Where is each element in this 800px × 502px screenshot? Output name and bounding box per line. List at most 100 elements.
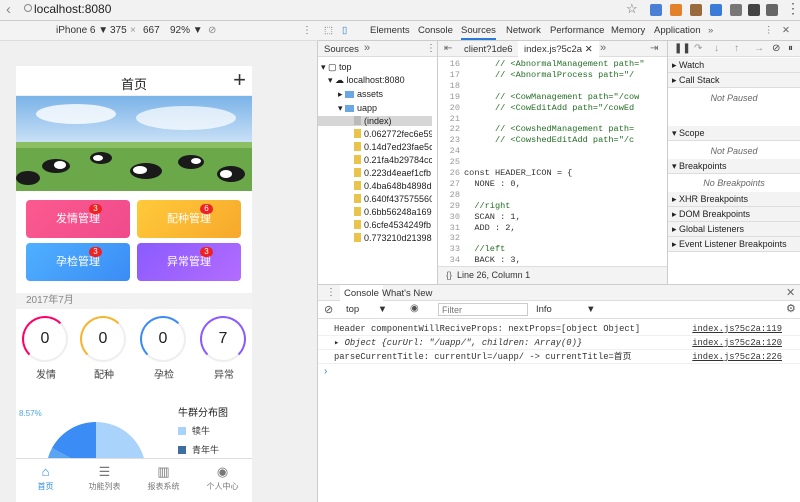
devtools-menu-icon[interactable]: ⋮ — [764, 25, 774, 36]
extension-icon[interactable] — [670, 4, 682, 16]
console-message[interactable]: parseCurrentTitle: currentUrl=/uapp/ -> … — [318, 350, 800, 364]
code-line[interactable]: 24 — [438, 146, 667, 156]
rotate-icon[interactable]: ⊘ — [208, 25, 216, 36]
section-xhr-breakpoints[interactable]: ▸ XHR Breakpoints — [668, 192, 800, 207]
bookmark-star-icon[interactable]: ☆ — [626, 1, 638, 17]
back-icon[interactable]: ‹ — [6, 1, 11, 18]
tab-home[interactable]: ⌂ 首页 — [16, 459, 75, 502]
tab-function-list[interactable]: ☰ 功能列表 — [75, 459, 134, 502]
console-message[interactable]: Header componentWillReciveProps: nextPro… — [318, 322, 800, 336]
editor-tab[interactable]: client?1de6 — [464, 44, 513, 55]
viewport-height[interactable]: 667 — [143, 25, 160, 36]
tile-breeding[interactable]: 配种管理 6 — [137, 200, 241, 238]
pause-icon[interactable]: ❚❚ — [674, 43, 691, 54]
pause-exceptions-icon[interactable]: ⏸ — [788, 43, 793, 54]
tab-elements[interactable]: Elements — [370, 25, 410, 36]
console-message[interactable]: ▸ Object {curUrl: "/uapp/", children: Ar… — [318, 336, 800, 350]
step-over-icon[interactable]: ↷ — [694, 43, 702, 54]
toggle-navigator-icon[interactable]: ⇤ — [444, 43, 452, 54]
code-line[interactable]: 25 — [438, 157, 667, 167]
clear-console-icon[interactable]: ⊘ — [324, 303, 333, 316]
tree-item[interactable]: 0.21fa4b29784cc — [318, 155, 432, 165]
tab-application[interactable]: Application — [654, 25, 700, 36]
tab-profile[interactable]: ◉ 个人中心 — [193, 459, 252, 502]
zoom-select[interactable]: 92% ▼ — [170, 25, 203, 36]
deactivate-breakpoints-icon[interactable]: ⊘ — [772, 43, 780, 54]
log-level-select[interactable]: Info ▼ — [536, 304, 596, 315]
tree-item[interactable]: 0.4ba648b4898d — [318, 181, 432, 191]
navigator-menu-icon[interactable]: ⋮ — [426, 43, 436, 54]
code-line[interactable]: 28 — [438, 190, 667, 200]
stat-estrus[interactable]: 0 发情 — [22, 316, 70, 381]
eye-icon[interactable]: ◉ — [410, 303, 419, 314]
tree-item[interactable]: ▾ ☁ localhost:8080 — [318, 75, 432, 86]
code-line[interactable]: 16 // <AbnormalManagement path=" — [438, 59, 667, 69]
source-link[interactable]: index.js?5c2a:226 — [692, 350, 782, 364]
tab-sources[interactable]: Sources — [461, 25, 496, 40]
console-filter-input[interactable] — [438, 303, 528, 316]
code-line[interactable]: 32 — [438, 233, 667, 243]
tab-performance[interactable]: Performance — [550, 25, 604, 36]
url-field[interactable]: localhost:8080 — [34, 2, 111, 16]
code-line[interactable]: 33 //left — [438, 244, 667, 254]
console-prompt[interactable]: › — [324, 366, 327, 377]
section-event-listener-breakpoints[interactable]: ▸ Event Listener Breakpoints — [668, 237, 800, 252]
drawer-tab-console[interactable]: Console — [340, 285, 383, 301]
navigator-tab-sources[interactable]: Sources — [324, 44, 359, 55]
tree-item[interactable]: 0.640f437575560 — [318, 194, 432, 204]
source-link[interactable]: index.js?5c2a:120 — [692, 336, 782, 350]
section-watch[interactable]: ▸ Watch — [668, 58, 800, 73]
section-breakpoints[interactable]: ▾ Breakpoints — [668, 159, 800, 174]
code-line[interactable]: 31 ADD : 2, — [438, 223, 667, 233]
code-line[interactable]: 20 // <CowEditAdd path="/cowEd — [438, 103, 667, 113]
extension-icon[interactable] — [650, 4, 662, 16]
info-icon[interactable] — [24, 4, 32, 12]
section-global-listeners[interactable]: ▸ Global Listeners — [668, 222, 800, 237]
stat-breeding[interactable]: 0 配种 — [80, 316, 128, 381]
tile-estrus[interactable]: 发情管理 3 — [26, 200, 130, 238]
extension-icon[interactable] — [690, 4, 702, 16]
code-line[interactable]: 29 //right — [438, 201, 667, 211]
editor-tab-active[interactable]: index.js?5c2a ✕ — [518, 41, 599, 57]
extension-icon[interactable] — [710, 4, 722, 16]
tab-console[interactable]: Console — [418, 25, 453, 36]
code-line[interactable]: 18 — [438, 81, 667, 91]
more-icon[interactable]: » — [600, 42, 606, 54]
toggle-debugger-icon[interactable]: ⇥ — [650, 43, 658, 54]
tree-item[interactable]: (index) — [318, 116, 432, 126]
more-icon[interactable]: » — [364, 42, 370, 54]
step-icon[interactable]: → — [754, 43, 764, 54]
tree-item[interactable]: 0.773210d21398 — [318, 233, 432, 243]
code-line[interactable]: 27 NONE : 0, — [438, 179, 667, 189]
context-select[interactable]: top ▼ — [346, 304, 387, 315]
close-icon[interactable]: ✕ — [782, 25, 790, 36]
drawer-tab-whats-new[interactable]: What's New — [382, 288, 432, 299]
settings-gear-icon[interactable]: ⚙ — [786, 302, 796, 315]
source-link[interactable]: index.js?5c2a:119 — [692, 322, 782, 336]
more-tabs-icon[interactable]: » — [708, 25, 713, 36]
tree-item[interactable]: 0.223d4eaef1cfb — [318, 168, 432, 178]
tile-pregnancy[interactable]: 孕检管理 3 — [26, 243, 130, 281]
code-line[interactable]: 23 // <CowshedEditAdd path="/c — [438, 135, 667, 145]
browser-menu-icon[interactable]: ⋮ — [786, 0, 800, 17]
extension-icon[interactable] — [730, 4, 742, 16]
code-line[interactable]: 30 SCAN : 1, — [438, 212, 667, 222]
code-line[interactable]: 34 BACK : 3, — [438, 255, 667, 265]
code-editor[interactable]: ⇤ client?1de6 index.js?5c2a ✕ » ⇥ 16 // … — [438, 41, 668, 284]
device-select[interactable]: iPhone 6 ▼ — [56, 25, 108, 36]
tile-abnormal[interactable]: 异常管理 3 — [137, 243, 241, 281]
add-icon[interactable]: + — [233, 66, 246, 94]
tab-reports[interactable]: ▥ 报表系统 — [134, 459, 193, 502]
viewport-width[interactable]: 375 — [110, 25, 127, 36]
tree-item[interactable]: 0.14d7ed23fae5c — [318, 142, 432, 152]
tree-item[interactable]: ▸ assets — [318, 89, 432, 100]
code-line[interactable]: 19 // <CowManagement path="/cow — [438, 92, 667, 102]
tree-item[interactable]: 0.6cfe4534249fb — [318, 220, 432, 230]
tab-memory[interactable]: Memory — [611, 25, 645, 36]
close-drawer-icon[interactable]: ✕ — [786, 286, 795, 299]
section-call-stack[interactable]: ▸ Call Stack — [668, 73, 800, 88]
code-line[interactable]: 17 // <AbnormalProcess path="/ — [438, 70, 667, 80]
section-scope[interactable]: ▾ Scope — [668, 126, 800, 141]
code-line[interactable]: 22 // <CowshedManagement path= — [438, 124, 667, 134]
step-into-icon[interactable]: ↓ — [714, 43, 719, 54]
